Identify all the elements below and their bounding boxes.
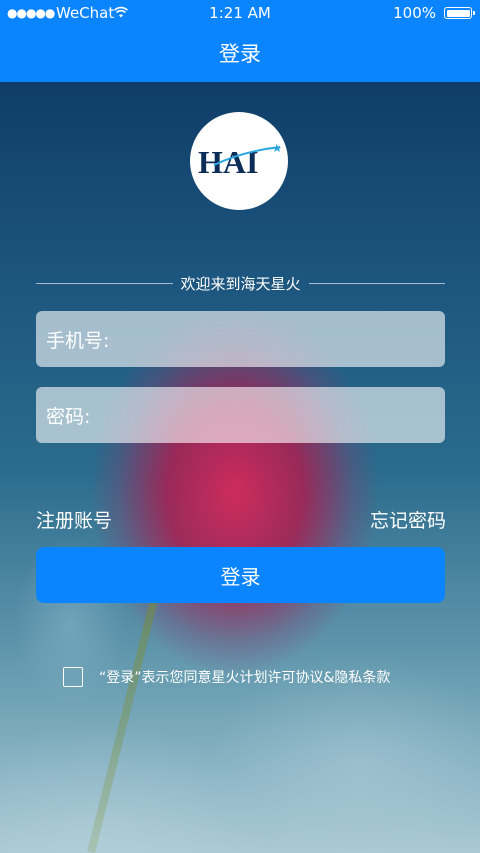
password-label: 密码: bbox=[46, 405, 91, 428]
hai-logo-mark: HAI bbox=[198, 144, 281, 180]
divider-line-right bbox=[308, 282, 446, 284]
divider-line-left bbox=[36, 282, 173, 284]
nav-bar: 登录 bbox=[0, 26, 480, 82]
agreement-checkbox[interactable] bbox=[63, 667, 83, 687]
battery-percent: 100% bbox=[393, 4, 436, 22]
login-button[interactable]: 登录 bbox=[36, 547, 445, 603]
agreement-row: “登录”表示您同意星火计划许可协议&隐私条款 bbox=[63, 666, 390, 688]
phone-field[interactable]: 手机号: bbox=[36, 311, 445, 367]
page-title: 登录 bbox=[219, 42, 261, 66]
register-link[interactable]: 注册账号 bbox=[36, 506, 112, 533]
app-logo: HAI bbox=[190, 112, 288, 210]
password-input[interactable] bbox=[90, 387, 445, 443]
password-field[interactable]: 密码: bbox=[36, 387, 445, 443]
forgot-password-link[interactable]: 忘记密码 bbox=[370, 506, 446, 533]
battery-icon bbox=[444, 7, 475, 19]
welcome-text: 欢迎来到海天星火 bbox=[180, 274, 301, 293]
agreement-text[interactable]: “登录”表示您同意星火计划许可协议&隐私条款 bbox=[99, 667, 390, 687]
phone-input[interactable] bbox=[109, 311, 445, 367]
svg-text:HAI: HAI bbox=[198, 144, 258, 180]
welcome-divider: 欢迎来到海天星火 bbox=[36, 272, 446, 294]
status-bar: ●●●●● WeChat 1:21 AM 100% bbox=[0, 0, 480, 26]
phone-label: 手机号: bbox=[46, 329, 110, 352]
